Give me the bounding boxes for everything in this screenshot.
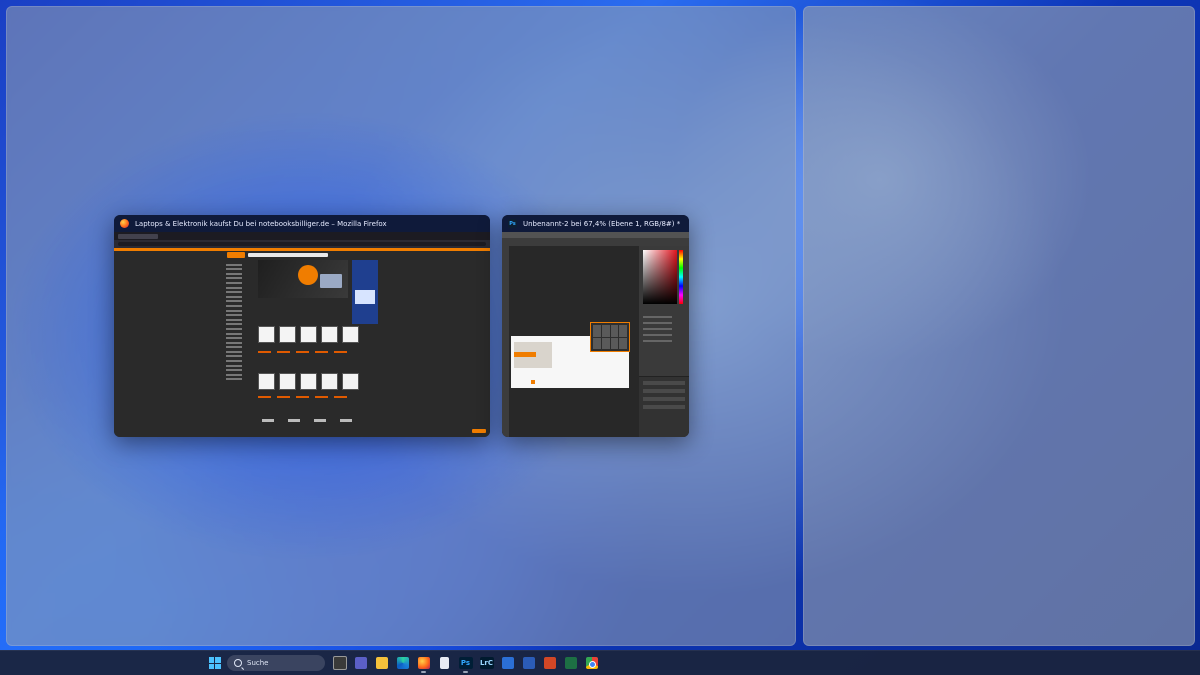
promo-banner [258, 260, 348, 298]
snap-zone-right[interactable] [803, 6, 1195, 646]
start-button[interactable] [204, 652, 225, 674]
laptop-image [320, 274, 342, 288]
lightroom-classic-icon: LrC [479, 657, 494, 669]
price-row [258, 396, 347, 398]
window-preview [502, 232, 689, 437]
cookie-button [472, 429, 486, 433]
layers-panel [639, 376, 689, 437]
category-menu [226, 261, 252, 401]
browser-tab-bar [114, 232, 490, 240]
windows-logo-icon [208, 657, 221, 669]
snap-window-photoshop[interactable]: Ps Unbenannt-2 bei 67,4% (Ebene 1, RGB/8… [502, 215, 689, 437]
remote-desktop-button[interactable] [497, 652, 518, 674]
window-title-bar: Ps Unbenannt-2 bei 67,4% (Ebene 1, RGB/8… [502, 215, 689, 232]
product-tile [258, 326, 275, 343]
product-tile [321, 373, 338, 390]
product-tile [321, 326, 338, 343]
excel-button[interactable] [560, 652, 581, 674]
properties-panel [643, 312, 685, 346]
running-indicator [421, 671, 426, 673]
canvas-orange-bar [514, 352, 536, 357]
ps-right-panel [639, 246, 689, 437]
task-view-button[interactable] [329, 652, 350, 674]
taskbar-icons: Suche Ps LrC [204, 651, 602, 675]
color-picker [643, 250, 677, 304]
product-tile [300, 326, 317, 343]
canvas-orange-dot [531, 380, 535, 384]
photoshop-icon: Ps [458, 657, 473, 669]
product-row [258, 373, 359, 390]
window-title-bar: Laptops & Elektronik kaufst Du bei noteb… [114, 215, 490, 232]
brand-logos [262, 419, 352, 422]
chrome-button[interactable] [581, 652, 602, 674]
url-field [118, 242, 486, 246]
task-view-icon [332, 656, 347, 670]
photoshop-icon: Ps [508, 219, 517, 228]
document-icon [440, 657, 449, 669]
lightroom-button[interactable]: LrC [476, 652, 497, 674]
search-icon [234, 659, 242, 667]
edge-button[interactable] [392, 652, 413, 674]
edge-icon [396, 657, 409, 669]
word-button[interactable] [518, 652, 539, 674]
advert-window [355, 290, 375, 304]
notepad-button[interactable] [434, 652, 455, 674]
hue-slider [679, 250, 683, 304]
firefox-button[interactable] [413, 652, 434, 674]
product-tile [300, 373, 317, 390]
ps-floating-panel [590, 322, 630, 352]
site-search-field [248, 253, 328, 257]
photoshop-button[interactable]: Ps [455, 652, 476, 674]
snap-window-firefox[interactable]: Laptops & Elektronik kaufst Du bei noteb… [114, 215, 490, 437]
browser-url-bar [114, 240, 490, 248]
excel-icon [564, 657, 577, 669]
window-title: Unbenannt-2 bei 67,4% (Ebene 1, RGB/8#) … [523, 219, 681, 228]
product-tile [342, 373, 359, 390]
firefox-icon [417, 657, 430, 669]
webpage-preview [114, 251, 490, 437]
powerpoint-button[interactable] [539, 652, 560, 674]
window-preview [114, 232, 490, 437]
side-advert [352, 260, 378, 324]
product-tile [279, 373, 296, 390]
teams-meet-icon [354, 657, 367, 669]
site-logo [227, 252, 245, 258]
ps-toolbar [502, 246, 509, 437]
chrome-icon [585, 657, 598, 669]
promo-badge [298, 265, 318, 285]
window-title: Laptops & Elektronik kaufst Du bei noteb… [135, 219, 387, 228]
teams-meet-button[interactable] [350, 652, 371, 674]
product-row [258, 326, 359, 343]
product-tile [342, 326, 359, 343]
remote-desktop-icon [501, 657, 514, 669]
ps-options-bar [502, 238, 689, 246]
browser-tab [118, 233, 158, 239]
price-row [258, 351, 347, 353]
taskbar-search[interactable]: Suche [227, 655, 325, 671]
product-tile [258, 373, 275, 390]
firefox-icon [120, 219, 129, 228]
powerpoint-icon [543, 657, 556, 669]
ps-workspace [502, 246, 689, 437]
taskbar: Suche Ps LrC [0, 650, 1200, 675]
product-tile [279, 326, 296, 343]
word-icon [522, 657, 535, 669]
folder-icon [375, 657, 388, 669]
running-indicator [463, 671, 468, 673]
search-placeholder: Suche [247, 659, 269, 667]
file-explorer-button[interactable] [371, 652, 392, 674]
